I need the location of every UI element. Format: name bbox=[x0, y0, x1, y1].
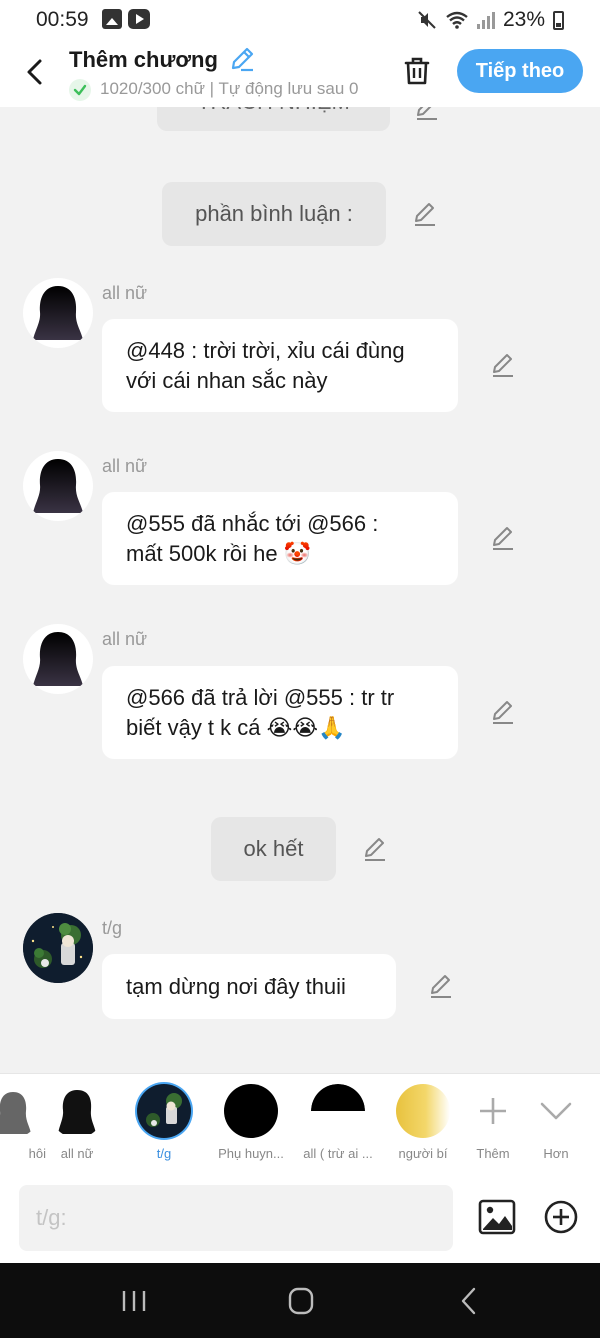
home-icon[interactable] bbox=[281, 1283, 321, 1319]
battery-percent: 23% bbox=[502, 8, 545, 31]
character-avatar bbox=[396, 1084, 450, 1138]
message-bubble[interactable]: @448 : trời trời, xỉu cái đùng với cái n… bbox=[102, 319, 458, 412]
edit-pencil-icon[interactable] bbox=[412, 201, 438, 227]
word-count-status: 1020/300 chữ | Tự động lưu sau 0 bbox=[100, 79, 359, 98]
edit-title-pencil-icon[interactable] bbox=[229, 46, 255, 72]
edit-pencil-icon[interactable] bbox=[428, 973, 454, 999]
character-item[interactable]: Phụ huyn... bbox=[211, 1084, 291, 1161]
more-button[interactable]: Hơn bbox=[516, 1084, 596, 1161]
edit-pencil-icon[interactable] bbox=[490, 352, 516, 378]
sender-name: all nữ bbox=[102, 283, 148, 303]
character-item[interactable]: all ( trừ ai ... bbox=[298, 1084, 378, 1161]
character-item[interactable]: all nữ bbox=[37, 1084, 117, 1161]
message-bubble[interactable]: tạm dừng nơi đây thuii bbox=[102, 954, 396, 1019]
edit-pencil-icon[interactable] bbox=[362, 836, 388, 862]
character-item[interactable]: người bí bbox=[383, 1084, 463, 1161]
character-avatar bbox=[50, 1084, 104, 1138]
edit-pencil-icon[interactable] bbox=[490, 699, 516, 725]
character-selector: hôi all nữ t/g Phụ huyn... all ( trừ ai … bbox=[0, 1073, 600, 1173]
character-avatar bbox=[137, 1084, 191, 1138]
chevron-down-icon bbox=[540, 1102, 572, 1120]
narration-block[interactable]: ok hết bbox=[211, 817, 336, 881]
mute-icon bbox=[418, 11, 436, 29]
sender-name: t/g bbox=[102, 918, 123, 938]
compose-bar bbox=[0, 1173, 600, 1263]
editor-header: Thêm chương 1020/300 chữ | Tự động lưu s… bbox=[0, 40, 600, 107]
recent-apps-icon[interactable] bbox=[114, 1283, 154, 1319]
character-avatar bbox=[311, 1084, 365, 1138]
character-item-selected[interactable]: t/g bbox=[124, 1084, 204, 1161]
battery-icon bbox=[553, 10, 564, 30]
chat-content[interactable]: TRÁCH NHIỆM phần bình luận : all nữ @448… bbox=[0, 107, 600, 1073]
page-title: Thêm chương bbox=[69, 47, 218, 72]
dialogue-input[interactable] bbox=[19, 1185, 453, 1251]
add-circle-icon[interactable] bbox=[543, 1199, 579, 1235]
character-avatar bbox=[0, 1084, 40, 1138]
avatar-silhouette[interactable] bbox=[23, 624, 93, 694]
message-bubble[interactable]: @566 đã trả lời @555 : tr tr biết vậy t … bbox=[102, 666, 458, 759]
system-nav-bar bbox=[0, 1263, 600, 1338]
sender-name: all nữ bbox=[102, 456, 148, 476]
status-time: 00:59 bbox=[36, 8, 89, 31]
avatar-author[interactable] bbox=[23, 913, 93, 983]
image-icon[interactable] bbox=[478, 1199, 516, 1235]
signal-icon bbox=[476, 11, 495, 29]
wifi-icon bbox=[446, 11, 468, 29]
back-arrow-icon[interactable] bbox=[18, 54, 54, 90]
message-bubble[interactable]: @555 đã nhắc tới @566 : mất 500k rồi he … bbox=[102, 492, 458, 585]
edit-pencil-icon[interactable] bbox=[490, 525, 516, 551]
narration-block-partial[interactable]: TRÁCH NHIỆM bbox=[157, 107, 390, 131]
edit-pencil-icon[interactable] bbox=[414, 107, 440, 121]
next-button[interactable]: Tiếp theo bbox=[457, 49, 583, 93]
plus-icon bbox=[480, 1098, 506, 1124]
gallery-notification-icon bbox=[102, 9, 122, 29]
trash-icon[interactable] bbox=[400, 54, 434, 88]
narration-block[interactable]: phần bình luận : bbox=[162, 182, 386, 246]
saved-check-icon bbox=[69, 79, 91, 101]
sender-name: all nữ bbox=[102, 629, 148, 649]
status-bar: 00:59 23% bbox=[0, 0, 600, 40]
avatar-silhouette[interactable] bbox=[23, 451, 93, 521]
avatar-silhouette[interactable] bbox=[23, 278, 93, 348]
nav-back-icon[interactable] bbox=[450, 1283, 490, 1319]
youtube-notification-icon bbox=[128, 9, 150, 29]
character-avatar bbox=[224, 1084, 278, 1138]
